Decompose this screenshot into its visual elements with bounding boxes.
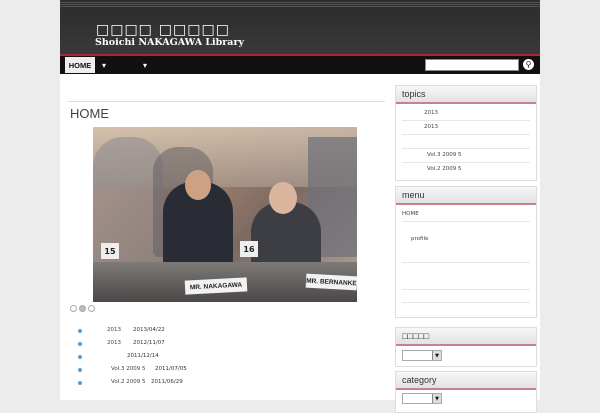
- chevron-down-icon: ▾: [102, 60, 107, 70]
- menu-widget: menu HOME profile: [395, 186, 537, 318]
- archive-widget: □□□□□ ▼: [395, 327, 537, 367]
- news-date: 2011/07/05: [155, 366, 187, 372]
- news-date: 2011/12/14: [127, 353, 159, 359]
- category-widget: category ▼: [395, 371, 537, 413]
- site-title[interactable]: Shoichi NAKAGAWA Library: [95, 37, 244, 48]
- news-title[interactable]: 2013: [107, 340, 121, 346]
- list-item[interactable]: Vol.3 2009 5 2011/07/05: [74, 365, 374, 378]
- slideshow-dot[interactable]: [88, 305, 95, 312]
- search-button[interactable]: ⚲: [523, 59, 534, 70]
- nav-menu-1[interactable]: ▾: [102, 57, 106, 73]
- name-card-right: MR. BERNANKE: [305, 273, 357, 291]
- news-title[interactable]: Vol.2 2009 5: [111, 379, 145, 385]
- slideshow-image[interactable]: 15 16 MR. NAKAGAWA MR. BERNANKE: [93, 127, 357, 302]
- slideshow-dot[interactable]: [79, 305, 86, 312]
- bullet-icon: [78, 329, 82, 333]
- nav-home-button[interactable]: HOME: [65, 57, 95, 73]
- topics-widget: topics 2013 2013 Vol.3 2009 5 Vol.2 2009…: [395, 85, 537, 181]
- page: □□□□ □□□□□ Shoichi NAKAGAWA Library HOME…: [60, 0, 540, 413]
- bullet-icon: [78, 342, 82, 346]
- photo-face: [185, 170, 211, 200]
- bullet-icon: [78, 355, 82, 359]
- news-date: 2011/06/29: [151, 379, 183, 385]
- news-list: 2013 2013/04/22 2013 2012/11/07 2011/12/…: [74, 326, 374, 391]
- divider: [402, 120, 530, 121]
- divider: [402, 302, 530, 303]
- site-title-jp[interactable]: □□□□ □□□□□: [96, 22, 230, 38]
- photo-face: [269, 182, 297, 214]
- topics-item[interactable]: 2013: [424, 124, 438, 130]
- divider: [402, 148, 530, 149]
- divider: [402, 134, 530, 135]
- photo-number-left: 15: [101, 243, 119, 259]
- main-nav: HOME ▾ ▾ ⚲: [60, 56, 540, 74]
- page-title: HOME: [70, 106, 109, 121]
- list-item[interactable]: 2013 2013/04/22: [74, 326, 374, 339]
- topics-heading: topics: [396, 86, 536, 104]
- search-icon: ⚲: [525, 60, 532, 69]
- menu-item-home[interactable]: HOME: [402, 211, 419, 217]
- slideshow-dot[interactable]: [70, 305, 77, 312]
- photo-number-right: 16: [240, 241, 258, 257]
- search-input[interactable]: [425, 59, 519, 71]
- site-header: □□□□ □□□□□ Shoichi NAKAGAWA Library: [60, 0, 540, 56]
- topics-item[interactable]: 2013: [424, 110, 438, 116]
- news-date: 2012/11/07: [133, 340, 165, 346]
- chevron-down-icon: ▾: [143, 60, 148, 70]
- chevron-down-icon: ▼: [432, 351, 441, 360]
- news-title[interactable]: Vol.3 2009 5: [111, 366, 145, 372]
- header-stripe: [60, 2, 540, 7]
- archive-select[interactable]: ▼: [402, 350, 442, 361]
- bullet-icon: [78, 368, 82, 372]
- slideshow-pager: [70, 305, 95, 312]
- menu-heading: menu: [396, 187, 536, 205]
- archive-heading: □□□□□: [396, 328, 536, 346]
- divider: [402, 289, 530, 290]
- nav-menu-2[interactable]: ▾: [143, 57, 147, 73]
- category-heading: category: [396, 372, 536, 390]
- list-item[interactable]: Vol.2 2009 5 2011/06/29: [74, 378, 374, 391]
- divider: [402, 221, 530, 222]
- news-date: 2013/04/22: [133, 327, 165, 333]
- chevron-down-icon: ▼: [432, 394, 441, 403]
- topics-item[interactable]: Vol.2 2009 5: [427, 166, 461, 172]
- menu-item-profile[interactable]: profile: [411, 236, 428, 242]
- content-top-rule: [68, 101, 385, 102]
- divider: [402, 162, 530, 163]
- list-item[interactable]: 2011/12/14: [74, 352, 374, 365]
- divider: [402, 262, 530, 263]
- list-item[interactable]: 2013 2012/11/07: [74, 339, 374, 352]
- bullet-icon: [78, 381, 82, 385]
- category-select[interactable]: ▼: [402, 393, 442, 404]
- news-title[interactable]: 2013: [107, 327, 121, 333]
- topics-item[interactable]: Vol.3 2009 5: [427, 152, 461, 158]
